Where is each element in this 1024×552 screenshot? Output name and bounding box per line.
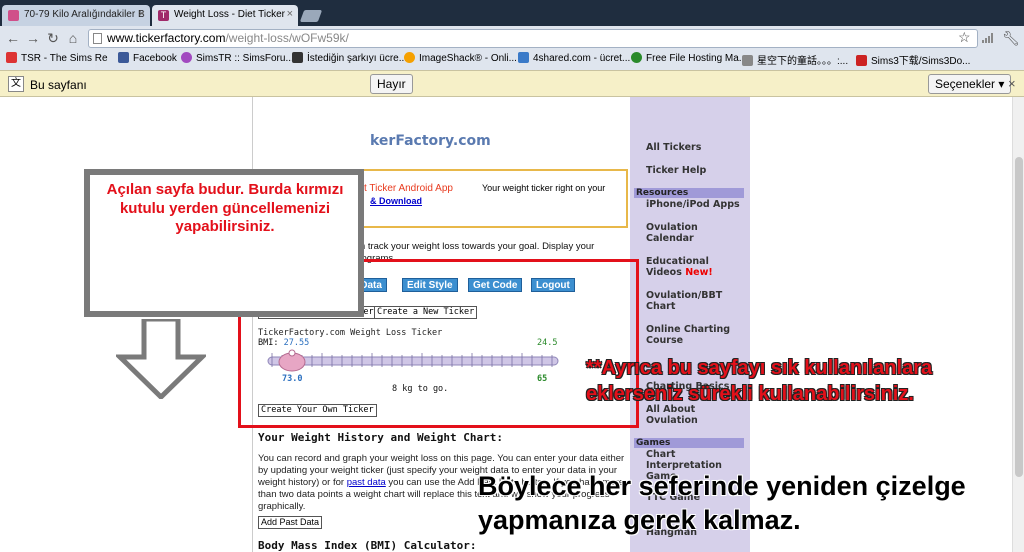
bookmark-facebook[interactable]: Facebook [118,52,177,64]
reload-icon[interactable]: ↻ [44,29,62,47]
translate-prompt: Bu sayfanı [30,78,87,92]
download-link[interactable]: & Download [370,196,422,206]
down-arrow-icon [116,319,206,399]
bmi-calculator-heading: Body Mass Index (BMI) Calculator: [258,539,477,552]
tab-strip: 70-79 Kilo Aralığındakiler B × T Weight … [0,0,1024,26]
promo-description: Your weight ticker right on your [482,183,606,193]
navigation-bar: ← → ↻ ⌂ www.tickerfactory.com/weight-los… [0,26,1024,50]
sims3-icon [856,55,867,66]
annotation-callout: Açılan sayfa budur. Burda kırmızı kutulu… [84,169,364,317]
sidebar-item-all-tickers[interactable]: All Tickers [646,142,701,153]
options-dropdown[interactable]: Seçenekler ▾ [928,74,1012,94]
close-icon[interactable]: × [287,8,293,20]
sidebar-heading-games: Games [634,438,744,448]
url-domain: www.tickerfactory.com [107,31,226,45]
add-past-data-button[interactable]: Add Past Data [258,516,323,529]
translate-infobar: 文 Bu sayfanı Hayır Seçenekler ▾ × [0,70,1024,97]
bookmark-sims3[interactable]: Sims3下载/Sims3Do... [856,52,970,67]
tab-weight-loss[interactable]: T Weight Loss - Diet Ticker × [152,5,298,26]
past-data-link[interactable]: past data [347,477,386,488]
tab-title: 70-79 Kilo Aralığındakiler B [24,9,145,20]
tickerfactory-favicon-icon: T [158,10,169,21]
bookmark-star-icon[interactable]: ☆ [958,29,971,46]
translate-icon: 文 [8,76,24,92]
bookmark-4shared[interactable]: 4shared.com - ücret... [518,52,630,64]
new-badge: New! [685,267,713,278]
back-arrow-icon[interactable]: ← [4,29,22,47]
sidebar-item-online-charting[interactable]: Online Charting Course [646,324,736,346]
sidebar-item-all-about-ovulation[interactable]: All About Ovulation [646,404,736,426]
no-button[interactable]: Hayır [370,74,413,94]
scrollbar-thumb[interactable] [1015,157,1023,477]
weight-history-heading: Your Weight History and Weight Chart: [258,431,504,444]
sidebar-item-ovulation-calendar[interactable]: Ovulation Calendar [646,222,736,244]
sidebar-item-educational-videos[interactable]: Educational Videos New! [646,256,736,278]
sidebar-heading-resources: Resources [634,188,744,198]
site-logo[interactable]: kerFactory.com [370,133,491,149]
tab-kilo-forum[interactable]: 70-79 Kilo Aralığındakiler B × [2,5,150,26]
annotation-chart-note: Böylece her seferinde yeniden çizelge ya… [478,471,966,535]
url-path: /weight-loss/wOFw59k/ [225,31,349,45]
forum-favicon-icon [8,10,19,21]
web-page: All Tickers Ticker Help Resources iPhone… [0,97,1012,552]
bookmark-free-hosting[interactable]: Free File Hosting Ma... [631,52,747,64]
signal-icon [982,33,993,43]
tsr-icon [6,52,17,63]
close-icon[interactable]: × [139,8,145,20]
tab-title: Weight Loss - Diet Ticker [174,9,285,20]
globe-icon [631,52,642,63]
sidebar-item-ovulation-bbt[interactable]: Ovulation/BBT Chart [646,290,736,312]
imageshack-icon [404,52,415,63]
simstr-icon [181,52,192,63]
wrench-menu-icon[interactable]: 🔧︎ [1002,30,1020,47]
address-bar[interactable]: www.tickerfactory.com/weight-loss/wOFw59… [88,29,978,48]
facebook-icon [118,52,129,63]
sidebar-item-ticker-help[interactable]: Ticker Help [646,165,706,176]
bookmark-simstr[interactable]: SimsTR :: SimsForu... [181,52,294,64]
browser-chrome: 70-79 Kilo Aralığındakiler B × T Weight … [0,0,1024,97]
scrollbar[interactable] [1012,97,1024,552]
4shared-icon [518,52,529,63]
home-icon[interactable]: ⌂ [64,29,82,47]
annotation-favorites-note: **Ayrıca bu sayfayı sık kullanılanlara e… [586,357,933,405]
bookmark-xingkong[interactable]: 星空下的童話。。。:... [742,52,848,67]
promo-title: t Ticker Android App [364,183,453,194]
forward-arrow-icon[interactable]: → [24,29,42,47]
new-tab-button[interactable] [299,10,323,22]
bookmark-sarki[interactable]: İstediğin şarkıyı ücre... [292,52,407,64]
music-icon [292,52,303,63]
bookmark-imageshack[interactable]: ImageShack® - Onli... [404,52,517,64]
bookmark-tsr[interactable]: TSR - The Sims Re [6,52,108,64]
sidebar-item-iphone[interactable]: iPhone/iPod Apps [646,199,740,210]
bookmarks-bar: TSR - The Sims Re Facebook SimsTR :: Sim… [0,50,1024,69]
callout-text: Açılan sayfa budur. Burda kırmızı kutulu… [106,181,344,235]
blog-icon [742,55,753,66]
close-icon[interactable]: × [1008,76,1016,91]
page-icon [93,33,102,44]
